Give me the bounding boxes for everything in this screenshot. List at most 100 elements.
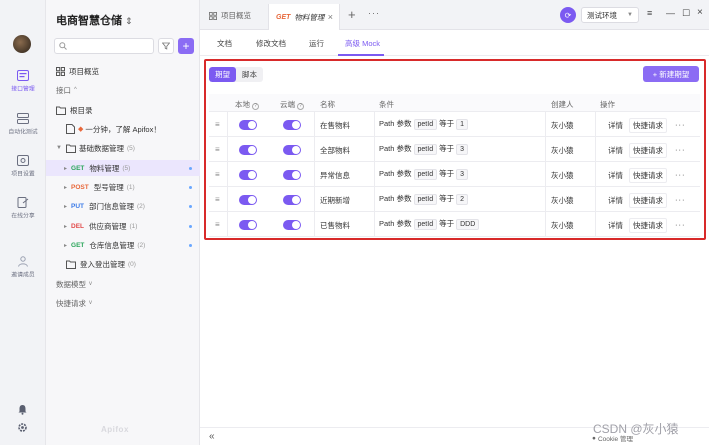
- gear-icon[interactable]: [17, 422, 28, 433]
- invite-icon: [18, 256, 28, 267]
- tree-folder-login[interactable]: 登入登出管理 (0): [46, 256, 200, 272]
- minimize-icon[interactable]: —: [666, 8, 675, 18]
- tree-search-input[interactable]: [54, 38, 154, 54]
- help-icon[interactable]: ?: [297, 103, 304, 110]
- detail-link[interactable]: 详情: [608, 220, 623, 231]
- new-tab-button[interactable]: +: [348, 7, 356, 22]
- maximize-icon[interactable]: ☐: [682, 8, 690, 19]
- more-icon[interactable]: ···: [675, 195, 686, 204]
- rail-item-project-settings[interactable]: 项目设置: [0, 155, 46, 178]
- detail-link[interactable]: 详情: [608, 170, 623, 181]
- rail-item-api-management[interactable]: 接口管理: [0, 70, 46, 93]
- table-row[interactable]: ≡ 已售物料 Path 参数 petId 等于 DDD 灰小猿 详情 快捷请求 ···: [209, 212, 700, 237]
- project-switcher[interactable]: 电商智慧仓储 ⇕: [56, 12, 133, 28]
- tree-section-quick-request[interactable]: 快捷请求 v: [46, 295, 200, 311]
- cloud-toggle[interactable]: [283, 120, 301, 130]
- creator: 灰小猿: [551, 221, 574, 230]
- detail-link[interactable]: 详情: [608, 145, 623, 156]
- subtab-doc[interactable]: 文档: [217, 38, 232, 49]
- more-tabs-button[interactable]: ···: [368, 8, 380, 18]
- drag-handle-icon[interactable]: ≡: [215, 170, 220, 179]
- col-cloud: 云端?: [280, 99, 304, 110]
- cloud-toggle[interactable]: [283, 220, 301, 230]
- refresh-icon[interactable]: ⟳: [560, 7, 576, 23]
- condition-operator: 等于: [439, 144, 455, 153]
- tree-section-data-model[interactable]: 数据模型 v: [46, 276, 200, 292]
- more-icon[interactable]: ···: [675, 145, 686, 154]
- environment-select[interactable]: 测试环境 ▼: [581, 7, 639, 23]
- cloud-toggle[interactable]: [283, 145, 301, 155]
- local-toggle[interactable]: [239, 145, 257, 155]
- local-toggle[interactable]: [239, 220, 257, 230]
- tree-folder-basic-data[interactable]: ▼ 基础数据管理 (5): [46, 140, 200, 156]
- condition: Path 参数 petId 等于 2: [379, 193, 470, 205]
- document-icon: [66, 124, 75, 134]
- close-window-icon[interactable]: ×: [697, 7, 703, 18]
- drag-handle-icon[interactable]: ≡: [215, 195, 220, 204]
- tree-api-item[interactable]: ▸ DEL 供应商管理 (1): [46, 218, 200, 234]
- subtab-advanced-mock[interactable]: 高级 Mock: [345, 38, 380, 49]
- collapse-sidebar-icon[interactable]: «: [209, 431, 215, 442]
- tree-api-item[interactable]: ▸ PUT 部门信息管理 (2): [46, 198, 200, 214]
- segment-script[interactable]: 脚本: [236, 67, 263, 82]
- table-row[interactable]: ≡ 全部物料 Path 参数 petId 等于 3 灰小猿 详情 快捷请求 ···: [209, 137, 700, 162]
- creator: 灰小猿: [551, 196, 574, 205]
- tree-item-intro[interactable]: ◆ 一分钟，了解 Apifox！: [46, 121, 200, 137]
- status-dot: [189, 244, 192, 247]
- rail-label: 接口管理: [11, 86, 35, 93]
- table-row[interactable]: ≡ 在售物料 Path 参数 petId 等于 1 灰小猿 详情 快捷请求 ···: [209, 112, 700, 137]
- quick-request-button[interactable]: 快捷请求: [629, 168, 667, 183]
- rail-item-online-share[interactable]: 在线分享: [0, 197, 46, 220]
- rail-item-automation[interactable]: 自动化测试: [0, 113, 46, 136]
- bell-icon[interactable]: [17, 404, 28, 415]
- api-count: (1): [129, 222, 138, 230]
- quick-request-button[interactable]: 快捷请求: [629, 143, 667, 158]
- tab-project-overview[interactable]: 项目概览: [209, 10, 251, 21]
- condition-type: Path 参数: [379, 169, 412, 178]
- quick-request-button[interactable]: 快捷请求: [629, 193, 667, 208]
- tree-item-label: 一分钟，了解 Apifox！: [85, 124, 161, 134]
- rail-item-invite-members[interactable]: 邀请成员: [0, 256, 46, 279]
- quick-request-button[interactable]: 快捷请求: [629, 218, 667, 233]
- tree-section-api[interactable]: 接口 ^: [46, 82, 200, 98]
- expectation-name: 在售物料: [320, 121, 350, 130]
- close-icon[interactable]: ×: [328, 12, 333, 22]
- method-badge: PUT: [71, 202, 85, 210]
- more-icon[interactable]: ···: [675, 120, 686, 129]
- table-row[interactable]: ≡ 异常信息 Path 参数 petId 等于 3 灰小猿 详情 快捷请求 ···: [209, 162, 700, 187]
- local-toggle[interactable]: [239, 170, 257, 180]
- new-expectation-button[interactable]: + 新建期望: [643, 66, 699, 82]
- cloud-toggle[interactable]: [283, 170, 301, 180]
- subtab-edit-doc[interactable]: 修改文档: [256, 38, 286, 49]
- subtab-run[interactable]: 运行: [309, 38, 324, 49]
- tree-item-overview[interactable]: 项目概览: [46, 63, 200, 79]
- local-toggle[interactable]: [239, 120, 257, 130]
- add-button[interactable]: +: [178, 38, 194, 54]
- filter-button[interactable]: [158, 38, 174, 54]
- help-icon[interactable]: ?: [252, 103, 259, 110]
- tab-api-material[interactable]: GET 物料管理 ×: [268, 4, 340, 30]
- tree-api-item[interactable]: ▸ GET 物料管理 (5): [46, 160, 200, 176]
- drag-handle-icon[interactable]: ≡: [215, 120, 220, 129]
- more-icon[interactable]: ···: [675, 220, 686, 229]
- detail-link[interactable]: 详情: [608, 195, 623, 206]
- divider: [595, 212, 596, 237]
- local-toggle[interactable]: [239, 195, 257, 205]
- table-row[interactable]: ≡ 近期新增 Path 参数 petId 等于 2 灰小猿 详情 快捷请求 ···: [209, 187, 700, 212]
- more-icon[interactable]: ···: [675, 170, 686, 179]
- tree-item-root-dir[interactable]: 根目录: [46, 102, 200, 118]
- drag-handle-icon[interactable]: ≡: [215, 145, 220, 154]
- cloud-toggle[interactable]: [283, 195, 301, 205]
- quick-request-button[interactable]: 快捷请求: [629, 118, 667, 133]
- creator: 灰小猿: [551, 146, 574, 155]
- drag-handle-icon[interactable]: ≡: [215, 220, 220, 229]
- avatar[interactable]: [13, 35, 31, 53]
- menu-icon[interactable]: ≡: [647, 8, 652, 18]
- tree-api-item[interactable]: ▸ POST 型号管理 (1): [46, 179, 200, 195]
- detail-link[interactable]: 详情: [608, 120, 623, 131]
- segment-expectation[interactable]: 期望: [209, 67, 236, 82]
- divider: [374, 137, 375, 162]
- condition-param: petId: [413, 144, 438, 155]
- creator: 灰小猿: [551, 171, 574, 180]
- tree-api-item[interactable]: ▸ GET 仓库信息管理 (2): [46, 237, 200, 253]
